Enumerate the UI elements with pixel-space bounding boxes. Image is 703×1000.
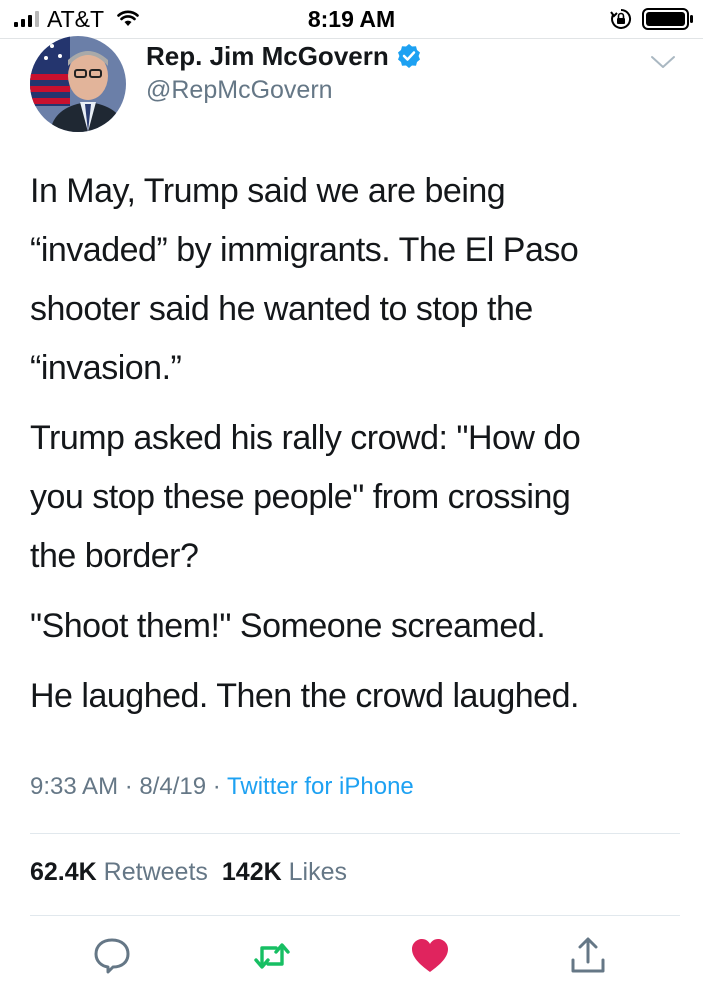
likes-count: 142K [221,858,282,886]
battery-icon [642,8,693,30]
share-icon[interactable] [568,936,608,976]
user-handle[interactable]: @RepMcGovern [146,76,333,105]
retweet-icon[interactable] [252,936,292,976]
reply-icon[interactable] [92,936,132,976]
likes-stat[interactable]: 142K Likes [222,858,347,886]
author-name-row[interactable]: Rep. Jim McGovern [146,40,421,72]
retweets-stat[interactable]: 62.4K Retweets [30,858,208,886]
tweet-stats: 62.4K Retweets 142K Likes [30,858,347,887]
meta-separator: · [118,773,140,800]
divider [30,915,680,916]
chevron-down-icon[interactable] [650,54,676,70]
meta-separator: · [206,773,228,800]
tweet-paragraph: He laughed. Then the crowd laughed. [30,677,579,715]
tweet-date: 8/4/19 [139,773,207,800]
tweet-time: 9:33 AM [30,773,119,800]
orientation-lock-icon [610,8,632,29]
avatar[interactable] [30,36,126,132]
verified-badge-icon [397,44,420,68]
tweet-meta: 9:33 AM · 8/4/19 · Twitter for iPhone [30,773,414,801]
tweet-paragraph: Trump asked his rally crowd: "How do you… [30,419,581,575]
tweet-source-link[interactable]: Twitter for iPhone [227,773,414,800]
tweet-text: In May, Trump said we are being “invaded… [30,162,680,737]
retweets-label: Retweets [103,858,208,886]
like-icon[interactable] [410,936,450,976]
avatar-image [30,36,126,132]
retweets-count: 62.4K [30,858,97,886]
status-time: 8:19 AM [307,6,396,32]
divider [30,833,680,834]
likes-label: Likes [288,858,347,886]
tweet-paragraph: In May, Trump said we are being “invaded… [30,172,579,387]
status-bar: AT&T 8:19 AM [0,0,703,39]
tweet-paragraph: "Shoot them!" Someone screamed. [30,607,546,645]
display-name[interactable]: Rep. Jim McGovern [146,41,389,72]
